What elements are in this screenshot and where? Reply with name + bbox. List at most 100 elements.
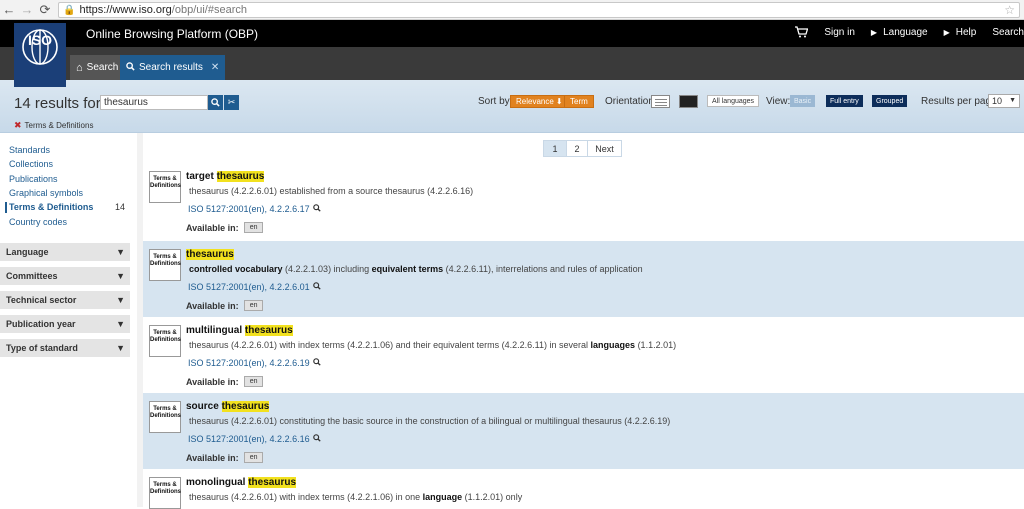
facet-publication-year[interactable]: Publication year ▼ <box>0 315 130 333</box>
result-source-link[interactable]: ISO 5127:2001(en), 4.2.2.6.16 <box>188 434 321 444</box>
definition-bold-term: languages <box>590 340 636 350</box>
sidebar-item-publications[interactable]: Publications <box>9 174 58 184</box>
terms-definitions-icon: Terms & Definitions <box>149 477 181 509</box>
bookmark-star-icon[interactable]: ☆ <box>1004 3 1015 17</box>
definition-bold-term: equivalent terms <box>371 264 444 274</box>
play-icon: ▶ <box>943 27 950 37</box>
sign-in-link[interactable]: Sign in <box>824 27 855 38</box>
source-text: ISO 5127:2001(en), 4.2.2.6.16 <box>188 434 310 444</box>
lock-icon: 🔒 <box>63 4 76 16</box>
pagination: 1 2 Next <box>543 140 622 157</box>
sidebar-item-terms-definitions[interactable]: Terms & Definitions <box>9 202 93 212</box>
available-label: Available in: <box>186 452 239 463</box>
facet-committees[interactable]: Committees ▼ <box>0 267 130 285</box>
help-label: Help <box>955 26 977 38</box>
close-icon[interactable]: ✕ <box>211 62 219 73</box>
language-badge[interactable]: en <box>243 452 264 463</box>
sidebar-item-country-codes[interactable]: Country codes <box>9 217 67 227</box>
facet-type-of-standard[interactable]: Type of standard ▼ <box>0 339 130 357</box>
view-label: View: <box>766 96 791 107</box>
back-icon[interactable]: ← <box>0 1 18 19</box>
search-toolbar: 14 results for thesaurus ✂ ✖ Terms & Def… <box>0 80 1024 133</box>
magnifier-icon[interactable] <box>312 204 321 214</box>
magnifier-icon[interactable] <box>312 282 321 292</box>
page-1-button[interactable]: 1 <box>543 140 567 157</box>
view-grouped-button[interactable]: Grouped <box>872 95 908 107</box>
tab-results-label: Search results <box>139 62 203 73</box>
help-menu[interactable]: ▶ Help <box>944 27 977 38</box>
tab-search[interactable]: ⌂ Search <box>70 55 125 80</box>
result-definition: thesaurus (4.2.2.6.01) established from … <box>189 186 473 196</box>
language-menu[interactable]: ▶ Language <box>871 27 928 38</box>
logo-text: ISO <box>27 32 53 48</box>
terms-definitions-icon: Terms & Definitions <box>149 171 181 203</box>
term-prefix: monolingual <box>186 477 249 488</box>
sidebar-item-standards[interactable]: Standards <box>9 145 50 155</box>
url-host: https://www.iso.org <box>79 4 172 16</box>
result-row: Terms & Definitions monolingual thesaurus… <box>143 469 1024 509</box>
landscape-orientation-icon[interactable] <box>679 95 698 108</box>
available-in: Available in: en <box>186 222 264 233</box>
browser-toolbar: ← → ⟳ 🔒 https://www.iso.org/obp/ui/#sear… <box>0 0 1024 20</box>
reload-icon[interactable]: ⟳ <box>36 1 54 19</box>
page-2-button[interactable]: 2 <box>566 140 588 157</box>
result-definition: thesaurus (4.2.2.6.01) with index terms … <box>189 492 522 502</box>
language-badge[interactable]: en <box>243 376 264 387</box>
result-source-link[interactable]: ISO 5127:2001(en), 4.2.2.6.19 <box>188 358 321 368</box>
result-term[interactable]: thesaurus <box>186 249 234 260</box>
remove-filter-icon[interactable]: ✖ <box>14 120 22 131</box>
advanced-search-button[interactable]: ✂ <box>224 95 239 110</box>
sidebar-item-collections[interactable]: Collections <box>9 159 53 169</box>
language-label: Language <box>883 26 928 38</box>
results-per-page-value: 10 <box>992 96 1003 106</box>
address-bar[interactable]: 🔒 https://www.iso.org/obp/ui/#search ☆ <box>58 2 1020 18</box>
search-button[interactable] <box>208 95 223 110</box>
magnifier-icon[interactable] <box>312 434 321 444</box>
sidebar-item-count: 14 <box>115 202 126 212</box>
available-in: Available in: en <box>186 452 264 463</box>
result-source-link[interactable]: ISO 5127:2001(en), 4.2.2.6.17 <box>188 204 321 214</box>
result-term[interactable]: source thesaurus <box>186 401 270 412</box>
source-text: ISO 5127:2001(en), 4.2.2.6.01 <box>188 282 310 292</box>
results-per-page-select[interactable]: 10 ▼ <box>988 94 1020 108</box>
facet-language[interactable]: Language ▼ <box>0 243 130 261</box>
sort-relevance-button[interactable]: Relevance ⬇ <box>510 95 569 108</box>
result-term[interactable]: multilingual thesaurus <box>186 325 293 336</box>
source-text: ISO 5127:2001(en), 4.2.2.6.19 <box>188 358 310 368</box>
search-icon <box>211 98 220 107</box>
definition-text: thesaurus (4.2.2.6.01) with index terms … <box>189 492 423 502</box>
search-input[interactable]: thesaurus <box>100 95 208 110</box>
term-highlight: thesaurus <box>186 249 234 260</box>
language-badge[interactable]: en <box>243 222 264 233</box>
forward-icon[interactable]: → <box>18 1 36 19</box>
tab-search-results[interactable]: Search results ✕ <box>120 55 226 80</box>
search-link[interactable]: Search <box>992 27 1024 38</box>
sort-label: Sort by: <box>478 96 513 107</box>
available-in: Available in: en <box>186 300 264 311</box>
result-source-link[interactable]: ISO 5127:2001(en), 4.2.2.6.01 <box>188 282 321 292</box>
triangle-down-icon: ▼ <box>116 295 125 305</box>
result-row: Terms & Definitions thesaurus controlled v… <box>143 241 1024 317</box>
next-page-button[interactable]: Next <box>587 140 622 157</box>
sidebar-item-graphical-symbols[interactable]: Graphical symbols <box>9 188 83 198</box>
iso-logo[interactable]: ISO <box>14 23 66 87</box>
active-filter-tag[interactable]: ✖ Terms & Definitions <box>14 120 93 131</box>
facet-label: Language <box>6 247 49 257</box>
tab-search-label: Search <box>86 62 119 73</box>
view-basic-button[interactable]: Basic <box>790 95 816 107</box>
term-prefix: target <box>186 171 217 182</box>
cart-icon[interactable] <box>794 26 809 38</box>
result-term[interactable]: target thesaurus <box>186 171 265 182</box>
result-term[interactable]: monolingual thesaurus <box>186 477 297 488</box>
view-full-entry-button[interactable]: Full entry <box>826 95 863 107</box>
term-prefix: multilingual <box>186 325 245 336</box>
magnifier-icon[interactable] <box>312 358 321 368</box>
facet-technical-sector[interactable]: Technical sector ▼ <box>0 291 130 309</box>
result-count: 14 results for <box>14 95 101 112</box>
sort-term-button[interactable]: Term <box>564 95 594 108</box>
all-languages-button[interactable]: All languages <box>707 95 760 107</box>
language-badge[interactable]: en <box>243 300 264 311</box>
terms-definitions-icon: Terms & Definitions <box>149 249 181 281</box>
definition-text: (4.2.2.1.03) including <box>282 264 372 274</box>
portrait-orientation-icon[interactable] <box>651 95 670 108</box>
